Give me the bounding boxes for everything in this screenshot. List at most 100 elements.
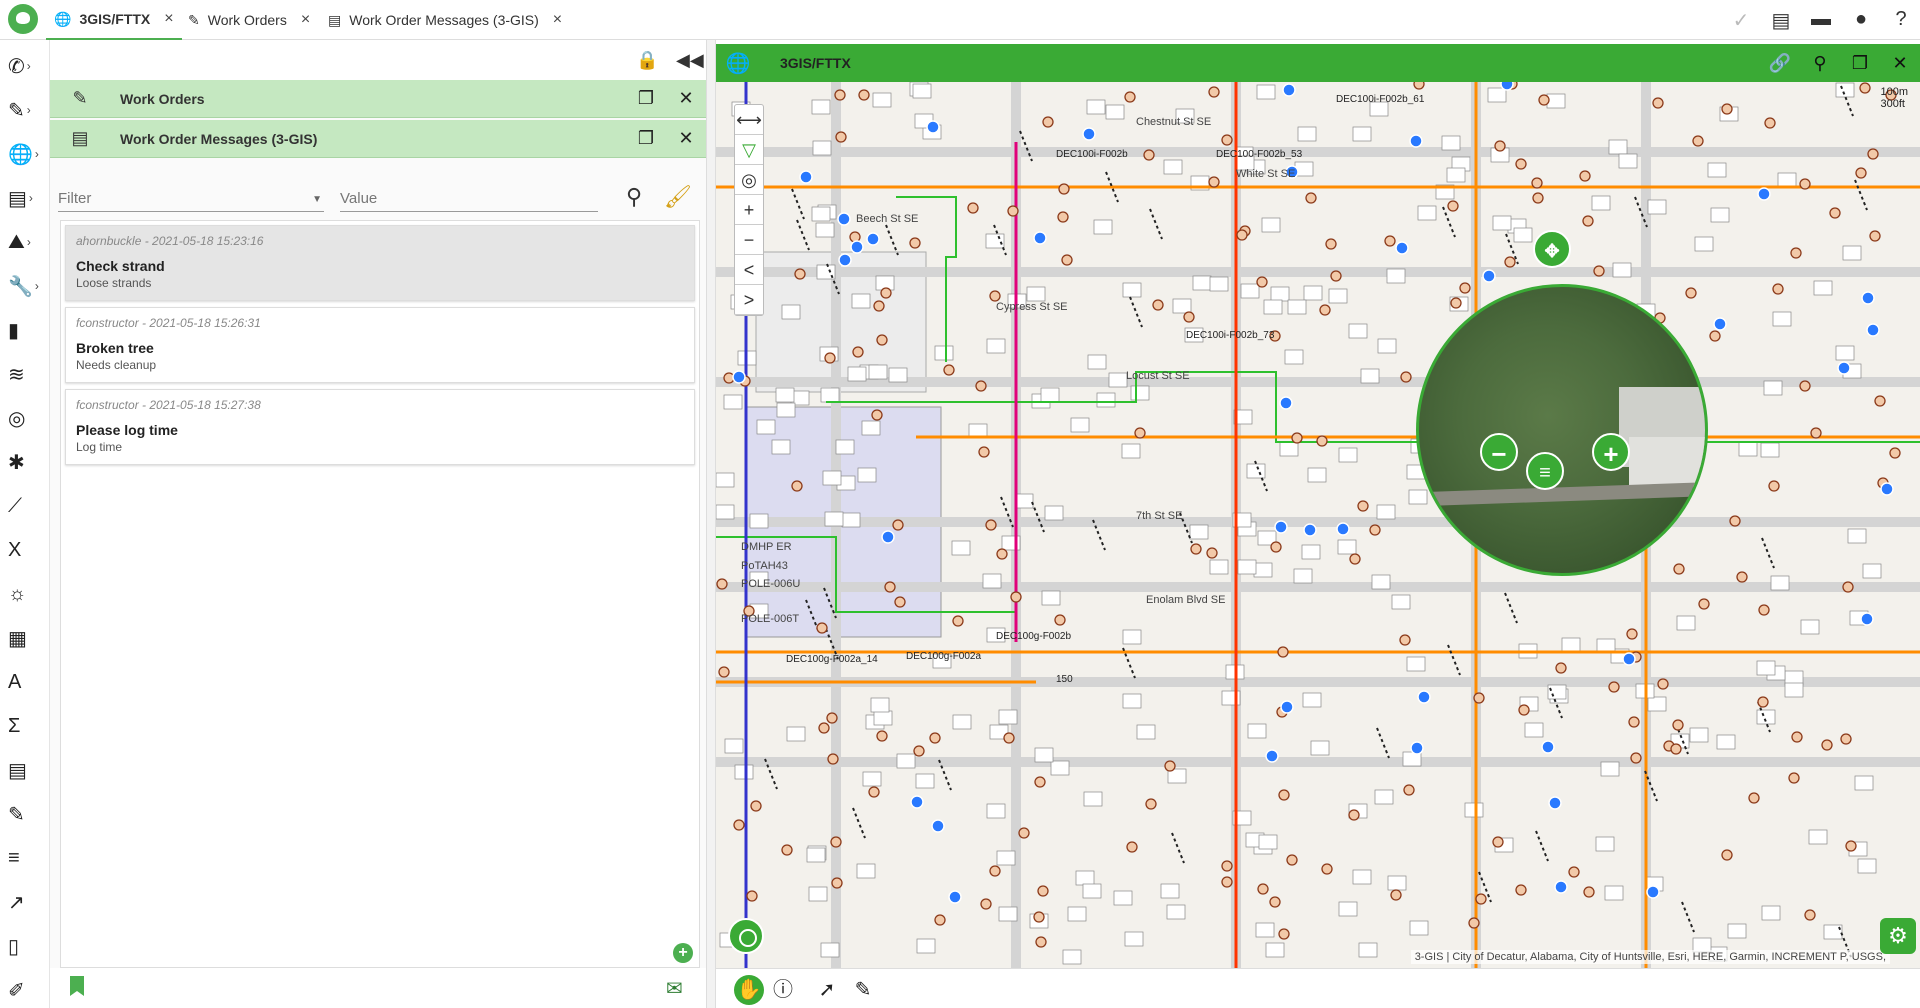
trash-icon[interactable]: ▯ [4, 928, 46, 964]
font-icon[interactable]: A [4, 664, 46, 700]
lock-icon[interactable]: 🔒 [636, 50, 658, 71]
filter-select[interactable]: Filter ▼ [58, 184, 324, 212]
phone-icon[interactable]: ✆ › [4, 48, 46, 84]
panel-row-messages[interactable]: ▤ Work Order Messages (3-GIS) ❐ ✕ [50, 120, 706, 158]
mail-check-icon[interactable]: ✉ [666, 976, 683, 1001]
collapse-icon[interactable]: ◀◀ [676, 50, 704, 71]
parcel [1406, 656, 1426, 672]
checkmark-icon[interactable]: ✓ [1730, 8, 1752, 33]
parcel [851, 293, 871, 309]
globe-icon[interactable]: 🌐 › [4, 136, 46, 172]
edit-doc-icon[interactable]: ✐ [4, 972, 46, 1008]
tab-work-orders[interactable]: ✎ Work Orders × [180, 0, 318, 40]
add-message-button[interactable]: + [673, 943, 693, 963]
help-icon[interactable]: ? [1890, 8, 1912, 33]
snap-icon[interactable]: ◎ [735, 165, 763, 195]
maximize-icon[interactable]: ❐ [1840, 53, 1880, 74]
close-icon[interactable]: × [553, 11, 562, 29]
close-icon[interactable]: ✕ [666, 128, 706, 149]
message-list: ahornbuckle - 2021-05-18 15:23:16 Check … [60, 220, 700, 968]
zoom-out-button[interactable]: − [735, 225, 763, 255]
list-item[interactable]: ahornbuckle - 2021-05-18 15:23:16 Check … [65, 225, 695, 301]
pencil-icon[interactable]: ✎ › [4, 92, 46, 128]
pole-marker [909, 237, 921, 249]
pole-marker [1278, 928, 1290, 940]
close-icon[interactable]: × [301, 11, 310, 29]
ruler-icon[interactable]: ⟋ [4, 488, 46, 524]
list-item[interactable]: fconstructor - 2021-05-18 15:26:31 Broke… [65, 307, 695, 383]
info-icon[interactable]: ⓘ [768, 975, 798, 1005]
tab-work-order-messages[interactable]: ▤ Work Order Messages (3-GIS) × [320, 0, 570, 40]
calculator-icon[interactable]: ▦ [4, 620, 46, 656]
close-icon[interactable]: ✕ [1880, 53, 1920, 74]
search-icon[interactable]: ⚲ [1800, 53, 1840, 74]
locate-button[interactable] [728, 918, 764, 954]
lens-grow-button[interactable]: + [1592, 433, 1630, 471]
zoom-in-button[interactable]: + [735, 195, 763, 225]
lightbulb-icon[interactable]: ☼ [4, 576, 46, 612]
parcel [888, 367, 908, 383]
search-map-icon[interactable]: ◎ [4, 400, 46, 436]
edit-pencil-icon[interactable]: ✎ [848, 975, 878, 1005]
layout-icon[interactable]: ▤ › [4, 180, 46, 216]
map-canvas[interactable]: Beech St SE Cypress St SE Chestnut St SE Wh… [716, 82, 1920, 968]
maximize-icon[interactable]: ❐ [626, 88, 666, 109]
filter-icon[interactable]: ▽ [735, 135, 763, 165]
pole-marker [1054, 614, 1066, 626]
book-icon[interactable]: ▮ [4, 312, 46, 348]
maximize-icon[interactable]: ❐ [626, 128, 666, 149]
layers-icon[interactable]: ≋ [4, 356, 46, 392]
excel-icon[interactable]: X [4, 532, 46, 568]
measure-icon[interactable]: ⟷ [735, 105, 763, 135]
panel-row-work-orders[interactable]: ✎ Work Orders ❐ ✕ [50, 80, 706, 118]
close-icon[interactable]: ✕ [666, 88, 706, 109]
previous-extent-button[interactable]: < [735, 255, 763, 285]
user-icon[interactable]: ● [1850, 8, 1872, 33]
lens-menu-button[interactable]: ≡ [1526, 452, 1564, 490]
lens-shrink-button[interactable]: − [1480, 433, 1518, 471]
close-icon[interactable]: × [164, 10, 173, 28]
map-settings-button[interactable]: ⚙ [1880, 918, 1916, 954]
sigma-icon[interactable]: Σ [4, 708, 46, 744]
select-arrow-icon[interactable]: ➚ [812, 975, 842, 1005]
access-point-marker [799, 170, 813, 184]
access-point-marker [838, 253, 852, 267]
pole-marker [1804, 909, 1816, 921]
list-icon[interactable]: ▤ [1770, 8, 1792, 33]
pole-marker [1568, 866, 1580, 878]
pan-hand-icon[interactable]: ✋ [734, 975, 764, 1005]
imagery-lens[interactable] [1416, 284, 1708, 576]
parcel [1253, 562, 1273, 578]
tab-3gis-fttx[interactable]: 🌐 3GIS/FTTX × [46, 0, 182, 40]
pole-marker [1874, 395, 1886, 407]
pole-marker [1221, 876, 1233, 888]
link-icon[interactable]: 🔗 [1760, 53, 1800, 74]
parcel [862, 771, 882, 787]
app-logo-icon[interactable] [8, 4, 38, 34]
search-icon[interactable]: ⚲ [626, 184, 642, 210]
lens-move-button[interactable]: ✥ [1533, 230, 1571, 268]
parcel [1813, 280, 1833, 296]
list-item[interactable]: fconstructor - 2021-05-18 15:27:38 Pleas… [65, 389, 695, 465]
route-icon[interactable]: ≡ [4, 840, 46, 876]
map-icon[interactable]: ⛰ › [4, 224, 46, 260]
bookmark-icon[interactable] [70, 976, 84, 996]
parcel [1761, 905, 1781, 921]
arrow-icon[interactable]: ↗ [4, 884, 46, 920]
chat-icon[interactable]: ▬ [1810, 8, 1832, 33]
chevron-down-icon: ▼ [312, 194, 322, 205]
clear-filter-icon[interactable]: 🖌 [664, 184, 692, 210]
top-bar: 🌐 3GIS/FTTX × ✎ Work Orders × ▤ Work Ord… [0, 0, 1920, 40]
panel-splitter[interactable] [706, 40, 716, 1008]
wrench-icon[interactable]: 🔧 › [4, 268, 46, 304]
work-order-icon[interactable]: ✎ [4, 796, 46, 832]
pole-marker [1657, 678, 1669, 690]
value-input[interactable]: Value [340, 184, 598, 212]
street-label: Enolam Blvd SE [1146, 594, 1225, 606]
parcel [811, 99, 831, 115]
next-extent-button[interactable]: > [735, 285, 763, 315]
pole-marker [989, 290, 1001, 302]
parcel [1604, 885, 1624, 901]
document-icon[interactable]: ▤ [4, 752, 46, 788]
puzzle-icon[interactable]: ✱ [4, 444, 46, 480]
